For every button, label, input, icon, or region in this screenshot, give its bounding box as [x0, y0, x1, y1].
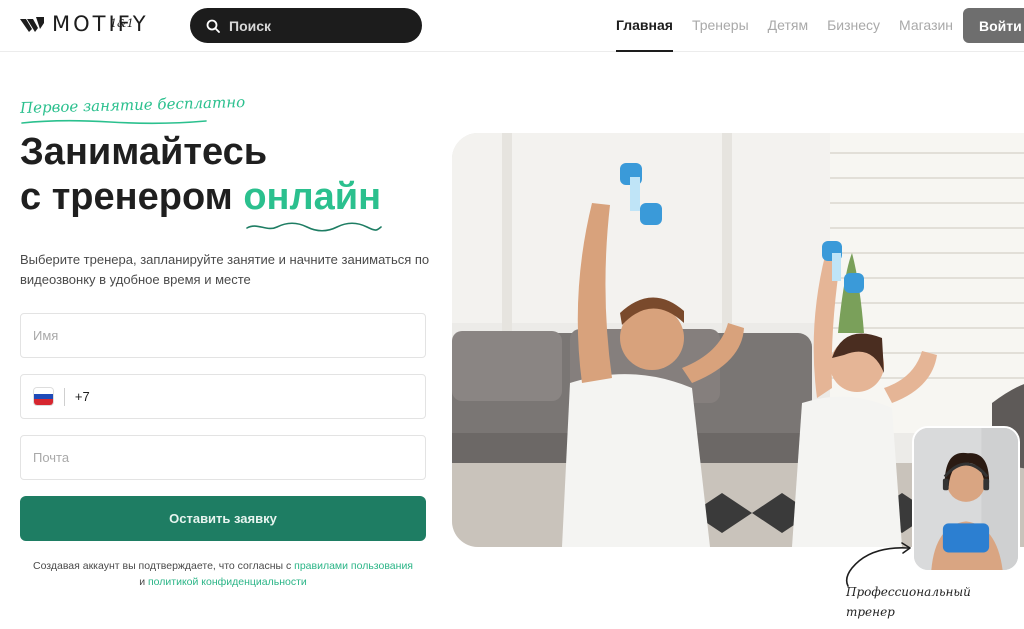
consent-lead: Создавая аккаунт вы подтверждаете, что с…: [32, 560, 295, 572]
nav-item-trainers[interactable]: Тренеры: [692, 17, 749, 33]
page-title: Занимайтесь с тренером онлайн: [20, 130, 381, 220]
title-line2: с тренером: [20, 176, 244, 218]
coach-image: [914, 428, 1018, 570]
title-line1: Занимайтесь: [20, 131, 268, 173]
russia-flag-icon[interactable]: [34, 388, 54, 405]
logo-text: MOTIFY: [52, 12, 149, 36]
nav-item-kids[interactable]: Детям: [768, 17, 808, 33]
consent-and: и: [139, 576, 146, 588]
promo-text: Первое занятие бесплатно: [19, 93, 246, 117]
consent-text: Создавая аккаунт вы подтверждаете, что с…: [20, 558, 426, 590]
search-icon: [206, 19, 220, 33]
privacy-link[interactable]: политикой конфиденциальности: [148, 576, 307, 588]
name-input[interactable]: [21, 314, 425, 357]
title-accent: онлайн: [243, 176, 382, 218]
promo-underline: [21, 119, 207, 125]
main-nav: Главная Тренеры Детям Бизнесу Магазин: [616, 17, 953, 52]
divider: [64, 387, 65, 406]
search-bar[interactable]: [190, 8, 422, 43]
submit-button[interactable]: Оставить заявку: [20, 496, 426, 541]
nav-item-business[interactable]: Бизнесу: [827, 17, 880, 33]
coach-photo: [912, 426, 1020, 572]
coach-label: Профессиональный тренер: [846, 585, 971, 619]
name-field[interactable]: [20, 313, 426, 358]
phone-field[interactable]: +7: [20, 374, 426, 419]
nav-item-shop[interactable]: Магазин: [899, 17, 953, 33]
logo-subtext: 1&1: [110, 17, 134, 30]
logo-mark-icon: [20, 17, 44, 32]
email-input[interactable]: [21, 436, 425, 479]
email-field[interactable]: [20, 435, 426, 480]
terms-link[interactable]: правилами пользования: [294, 560, 413, 572]
login-button[interactable]: Войти: [963, 8, 1024, 43]
title-wave-decoration: [246, 222, 382, 232]
nav-item-home[interactable]: Главная: [616, 17, 673, 52]
top-header: MOTIFY 1&1 Главная Тренеры Детям Бизнесу…: [0, 0, 1024, 52]
phone-prefix: +7: [74, 389, 90, 404]
search-input[interactable]: [229, 17, 399, 34]
phone-input[interactable]: [89, 375, 425, 418]
subtitle: Выберите тренера, запланируйте занятие и…: [20, 252, 430, 287]
